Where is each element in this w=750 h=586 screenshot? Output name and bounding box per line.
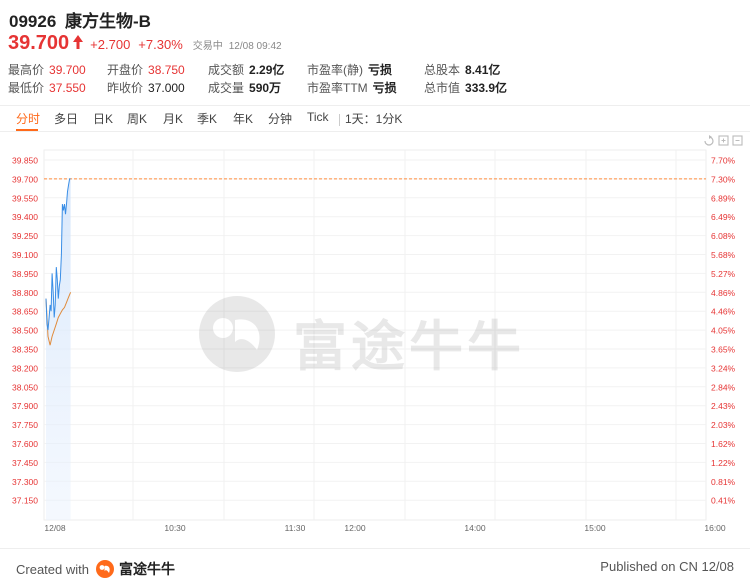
stat-market-cap: 总市值 333.9亿 — [424, 81, 508, 95]
tab-multi-day[interactable]: 多日 — [54, 110, 78, 127]
x-tick-label: 15:00 — [584, 523, 606, 533]
y-tick-label: 39.700 — [12, 174, 38, 184]
y-tick-label: 37.900 — [12, 401, 38, 411]
x-tick-label: 14:00 — [464, 523, 486, 533]
futu-logo-icon — [199, 296, 275, 372]
y-tick-label: 39.850 — [12, 156, 38, 166]
stat-turnover: 成交额 2.29亿 — [208, 63, 285, 77]
created-with: Created with 富途牛牛 — [16, 559, 175, 579]
pct-tick-label: 4.86% — [711, 288, 736, 298]
tab-tick[interactable]: Tick — [307, 110, 329, 124]
stat-prev-close: 昨收价 37.000 — [107, 81, 185, 95]
pct-tick-label: 3.24% — [711, 363, 736, 373]
stat-low: 最低价 37.550 — [8, 81, 86, 95]
pct-tick-label: 7.70% — [711, 156, 736, 166]
y-tick-label: 38.350 — [12, 345, 38, 355]
y-tick-label: 37.600 — [12, 439, 38, 449]
created-prefix: Created with — [16, 561, 89, 577]
pct-tick-label: 2.84% — [711, 382, 736, 392]
trading-status: 交易中 — [192, 41, 223, 52]
pct-tick-label: 5.27% — [711, 269, 736, 279]
pct-tick-label: 6.49% — [711, 212, 736, 222]
y-tick-label: 39.400 — [12, 212, 38, 222]
pct-tick-label: 2.03% — [711, 420, 736, 430]
tab-yearly-k[interactable]: 年K — [233, 110, 253, 127]
stock-header: 09926 康方生物-B 39.700 +2.700 +7.30% 交易中 12… — [0, 0, 750, 104]
quote-time: 12/08 09:42 — [228, 41, 282, 52]
stat-high: 最高价 39.700 — [8, 63, 86, 77]
pct-tick-label: 3.65% — [711, 345, 736, 355]
pct-tick-label: 6.08% — [711, 231, 736, 241]
price-change: +2.700 — [90, 37, 131, 52]
stats-grid: 最高价 39.700 开盘价 38.750 成交额 2.29亿 市盈率(静) 亏损 总股… — [0, 61, 750, 101]
y-tick-label: 38.050 — [12, 382, 38, 392]
price-area — [46, 178, 71, 520]
stat-volume: 成交量 590万 — [208, 81, 282, 95]
futu-watermark: 富途牛牛 — [195, 290, 555, 380]
pct-tick-label: 4.46% — [711, 307, 736, 317]
stat-open: 开盘价 38.750 — [107, 63, 185, 77]
tab-intraday[interactable]: 分时 — [16, 110, 40, 127]
y-tick-label: 38.200 — [12, 363, 38, 373]
x-tick-label: 12:00 — [344, 523, 366, 533]
stat-pe-ttm: 市盈率TTM 亏损 — [307, 81, 397, 95]
pct-tick-label: 0.81% — [711, 477, 736, 487]
futu-brand-icon — [95, 560, 114, 578]
y-tick-label: 37.300 — [12, 477, 38, 487]
y-tick-label: 38.800 — [12, 288, 38, 298]
pct-tick-label: 1.62% — [711, 439, 736, 449]
x-tick-label: 10:30 — [164, 523, 186, 533]
price-row: 39.700 +2.700 +7.30% 交易中 12/08 09:42 — [8, 32, 282, 55]
pct-tick-label: 0.41% — [711, 496, 736, 506]
tab-quarterly-k[interactable]: 季K — [197, 110, 217, 127]
pct-tick-label: 2.43% — [711, 401, 736, 411]
pct-tick-label: 5.68% — [711, 250, 736, 260]
y-tick-label: 37.750 — [12, 420, 38, 430]
y-tick-label: 38.650 — [12, 307, 38, 317]
footer: Created with 富途牛牛 Published on CN 12/08 — [0, 548, 750, 586]
zoom-in-icon[interactable] — [718, 135, 729, 146]
tab-separator — [339, 114, 340, 126]
stock-code: 09926 — [9, 12, 57, 31]
tab-monthly-k[interactable]: 月K — [163, 110, 183, 127]
pct-tick-label: 7.30% — [711, 174, 736, 184]
active-tab-indicator — [16, 129, 38, 131]
y-tick-label: 37.450 — [12, 458, 38, 468]
brand-name: 富途牛牛 — [118, 561, 175, 577]
x-tick-label: 12/08 — [44, 523, 66, 533]
tab-weekly-k[interactable]: 周K — [127, 110, 147, 127]
tab-minute[interactable]: 分钟 — [268, 110, 292, 127]
zoom-out-icon[interactable] — [732, 135, 743, 146]
y-tick-label: 39.550 — [12, 193, 38, 203]
stat-total-shares: 总股本 8.41亿 — [424, 63, 501, 77]
stock-title: 09926 康方生物-B — [9, 7, 151, 32]
y-tick-label: 39.250 — [12, 231, 38, 241]
stock-name: 康方生物-B — [65, 12, 151, 31]
watermark-text: 富途牛牛 — [293, 317, 525, 377]
chart-period-tabs: 分时 多日 日K 周K 月K 季K 年K 分钟 Tick 1天：1分K — [0, 106, 750, 132]
undo-icon[interactable] — [704, 135, 714, 146]
published-date: Published on CN 12/08 — [600, 559, 734, 574]
pct-tick-label: 4.05% — [711, 326, 736, 336]
price-change-pct: +7.30% — [138, 37, 183, 52]
pct-tick-label: 6.89% — [711, 193, 736, 203]
stat-pe-static: 市盈率(静) 亏损 — [307, 63, 393, 77]
y-tick-label: 38.950 — [12, 269, 38, 279]
x-tick-label: 11:30 — [285, 523, 306, 533]
y-tick-label: 39.100 — [12, 250, 38, 260]
tab-daily-k[interactable]: 日K — [93, 110, 113, 127]
tab-interval-selector[interactable]: 1天：1分K — [345, 110, 402, 127]
y-tick-label: 38.500 — [12, 326, 38, 336]
up-arrow-icon — [72, 34, 84, 50]
x-tick-label: 16:00 — [704, 523, 726, 533]
y-tick-label: 37.150 — [12, 496, 38, 506]
pct-tick-label: 1.22% — [711, 458, 736, 468]
current-price: 39.700 — [8, 32, 70, 54]
tabs-underline — [0, 131, 750, 132]
